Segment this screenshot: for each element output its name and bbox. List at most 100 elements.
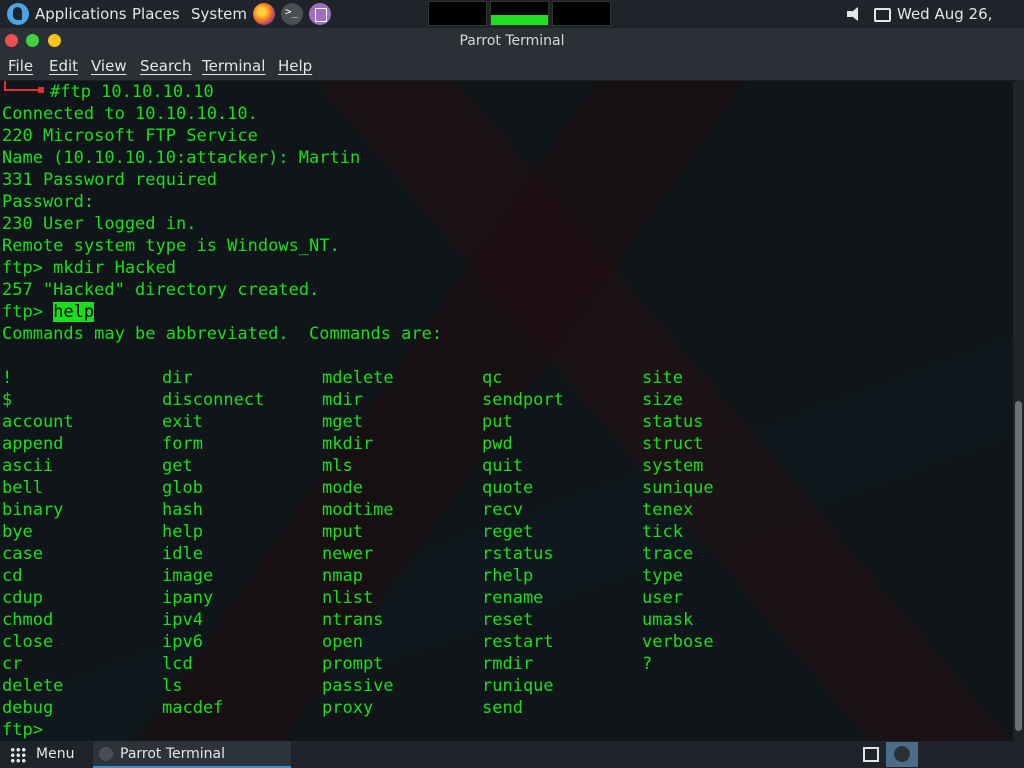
places-menu[interactable]: Places — [132, 0, 180, 28]
ftp-command: mdelete — [322, 368, 394, 388]
terminal-line: 220 Microsoft FTP Service — [2, 126, 258, 146]
ftp-command: chmod — [2, 610, 54, 630]
ftp-command: cd — [2, 566, 23, 586]
terminal-line: #ftp 10.10.10.10 — [50, 82, 214, 102]
ftp-command: idle — [162, 544, 203, 564]
window-titlebar[interactable]: Parrot Terminal — [0, 28, 1024, 54]
ftp-command: sendport — [482, 390, 564, 410]
bottom-panel: Menu Parrot Terminal — [0, 741, 1024, 768]
ftp-command: binary — [2, 500, 64, 520]
terminal-tray-icon[interactable] — [886, 742, 918, 767]
help-command-line: ftp> help — [2, 301, 95, 323]
ftp-command: rstatus — [482, 544, 554, 564]
ftp-command: type — [642, 566, 683, 586]
terminal-scrollbar[interactable] — [1013, 81, 1024, 741]
terminal-launcher-icon[interactable] — [281, 3, 303, 25]
selected-help-text[interactable]: help — [53, 302, 95, 322]
ftp-command: nlist — [322, 588, 374, 608]
top-panel: Applications Places System Wed Aug 26, 0… — [0, 0, 1024, 51]
ftp-command: status — [642, 412, 704, 432]
parrot-logo-icon[interactable] — [7, 3, 29, 25]
ftp-command: get — [162, 456, 193, 476]
menu-edit[interactable]: Edit — [49, 57, 78, 75]
ftp-command: runique — [482, 676, 554, 696]
ftp-prompt: ftp> — [2, 302, 54, 322]
ftp-command: pwd — [482, 434, 513, 454]
menu-terminal[interactable]: Terminal — [202, 57, 265, 75]
terminal-line: 257 "Hacked" directory created. — [2, 280, 320, 300]
ftp-command: reget — [482, 522, 534, 542]
taskbar-item-label: Parrot Terminal — [120, 746, 226, 762]
ftp-command: mls — [322, 456, 353, 476]
ftp-command: user — [642, 588, 683, 608]
ftp-command: recv — [482, 500, 523, 520]
ftp-command: lcd — [162, 654, 193, 674]
network-monitor — [552, 1, 611, 26]
ftp-command: newer — [322, 544, 374, 564]
menu-search[interactable]: Search — [140, 57, 192, 75]
ftp-command: passive — [322, 676, 394, 696]
ftp-command: umask — [642, 610, 694, 630]
ftp-command: restart — [482, 632, 554, 652]
system-menu[interactable]: System — [191, 0, 247, 28]
ftp-command: delete — [2, 676, 64, 696]
ftp-command: rename — [482, 588, 544, 608]
ftp-command: close — [2, 632, 54, 652]
ftp-command: open — [322, 632, 363, 652]
ftp-command: modtime — [322, 500, 394, 520]
ftp-command: mput — [322, 522, 363, 542]
terminal-line: Connected to 10.10.10.10. — [2, 104, 258, 124]
ftp-command: size — [642, 390, 683, 410]
ftp-command: disconnect — [162, 390, 265, 410]
display-icon[interactable] — [874, 8, 891, 22]
clock[interactable]: Wed Aug 26, 05:31 — [897, 0, 1024, 51]
ftp-command: quit — [482, 456, 523, 476]
menu-help[interactable]: Help — [278, 57, 312, 75]
ftp-command: cr — [2, 654, 23, 674]
ftp-command: image — [162, 566, 214, 586]
ftp-command: quote — [482, 478, 534, 498]
text-editor-icon[interactable] — [309, 3, 331, 25]
ftp-command: mkdir — [322, 434, 374, 454]
menu-button[interactable]: Menu — [36, 746, 74, 762]
terminal-output[interactable]: #ftp 10.10.10.10 Connected to 10.10.10.1… — [0, 81, 1013, 741]
ftp-command: reset — [482, 610, 534, 630]
ftp-command: $ — [2, 390, 13, 410]
menu-view[interactable]: View — [91, 57, 127, 75]
ftp-command: verbose — [642, 632, 714, 652]
ftp-command: exit — [162, 412, 203, 432]
menu-grid-icon[interactable] — [10, 747, 26, 763]
menubar: File Edit View Search Terminal Help — [0, 54, 1024, 81]
ftp-command: sunique — [642, 478, 714, 498]
ftp-command: form — [162, 434, 203, 454]
ftp-command: ? — [642, 654, 653, 674]
terminal-line: Remote system type is Windows_NT. — [2, 236, 340, 256]
ftp-command: system — [642, 456, 704, 476]
volume-icon[interactable] — [847, 7, 858, 21]
ftp-command: put — [482, 412, 513, 432]
ftp-command: mget — [322, 412, 363, 432]
workspace-switcher-icon[interactable] — [863, 747, 879, 762]
final-prompt: ftp> — [2, 720, 43, 740]
ftp-command: ! — [2, 368, 13, 388]
ftp-command: dir — [162, 368, 193, 388]
taskbar-item-parrot-terminal[interactable]: Parrot Terminal — [93, 741, 291, 768]
applications-menu[interactable]: Applications — [35, 0, 127, 28]
ftp-command: prompt — [322, 654, 384, 674]
ftp-command: tick — [642, 522, 683, 542]
ftp-command: rmdir — [482, 654, 534, 674]
ftp-command: trace — [642, 544, 694, 564]
firefox-icon[interactable] — [253, 3, 275, 25]
scrollbar-thumb[interactable] — [1015, 401, 1022, 731]
ftp-command: case — [2, 544, 43, 564]
terminal-line: ftp> mkdir Hacked — [2, 258, 176, 278]
terminal-line: 230 User logged in. — [2, 214, 197, 234]
ftp-command: bell — [2, 478, 43, 498]
ftp-command: debug — [2, 698, 54, 718]
ftp-command: ipv4 — [162, 610, 203, 630]
ftp-command: ipany — [162, 588, 214, 608]
ftp-command: bye — [2, 522, 33, 542]
menu-file[interactable]: File — [8, 57, 33, 75]
prompt-decoration — [4, 81, 44, 93]
ftp-command: append — [2, 434, 64, 454]
